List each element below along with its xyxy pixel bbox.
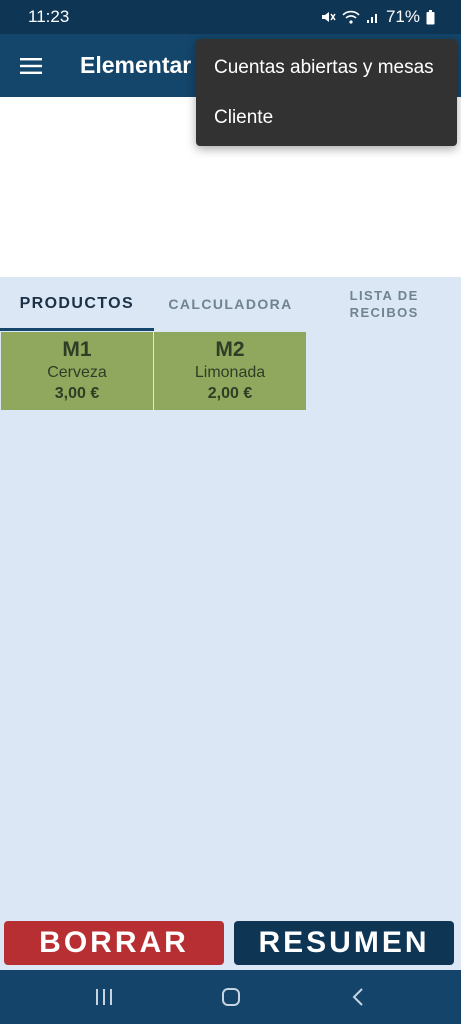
product-tile[interactable]: M1 Cerveza 3,00 € — [1, 332, 153, 410]
status-time: 11:23 — [28, 7, 70, 26]
menu-item-cliente[interactable]: Cliente — [196, 93, 457, 143]
app-title: Elementar — [80, 52, 192, 78]
tab-lista-de-recibos-label: LISTA DE RECIBOS — [349, 288, 419, 320]
battery-icon — [426, 9, 435, 25]
product-tile[interactable]: M2 Limonada 2,00 € — [154, 332, 306, 410]
product-grid: M1 Cerveza 3,00 € M2 Limonada 2,00 € — [1, 332, 306, 410]
tab-productos[interactable]: PRODUCTOS — [0, 277, 154, 331]
product-name: Cerveza — [47, 364, 107, 381]
back-icon[interactable] — [338, 977, 378, 1017]
system-nav-bar — [0, 970, 461, 1024]
app-screen: 11:23 71% Elementar PRODUCTOS CALCULADOR… — [0, 0, 461, 1024]
tab-lista-de-recibos[interactable]: LISTA DE RECIBOS — [307, 277, 461, 331]
product-code: M1 — [62, 338, 92, 361]
product-name: Limonada — [194, 364, 266, 381]
tab-calculadora[interactable]: CALCULADORA — [154, 277, 308, 331]
mute-icon — [320, 9, 336, 25]
product-price: 3,00 € — [54, 385, 100, 402]
clear-button[interactable]: BORRAR — [4, 921, 224, 965]
recent-apps-icon[interactable] — [84, 977, 124, 1017]
signal-icon — [366, 10, 380, 24]
status-bar: 11:23 71% — [0, 0, 461, 34]
summary-button[interactable]: RESUMEN — [234, 921, 454, 965]
status-icons: 71% — [320, 7, 435, 27]
battery-label: 71% — [385, 7, 420, 26]
product-code: M2 — [215, 338, 245, 361]
tab-bar: PRODUCTOS CALCULADORA LISTA DE RECIBOS — [0, 277, 461, 331]
menu-item-cuentas-abiertas[interactable]: Cuentas abiertas y mesas — [196, 43, 457, 93]
hamburger-menu-icon[interactable] — [0, 34, 62, 97]
overflow-menu: Cuentas abiertas y mesas Cliente — [196, 39, 457, 146]
home-icon[interactable] — [211, 977, 251, 1017]
wifi-icon — [342, 9, 360, 25]
product-price: 2,00 € — [207, 385, 253, 402]
